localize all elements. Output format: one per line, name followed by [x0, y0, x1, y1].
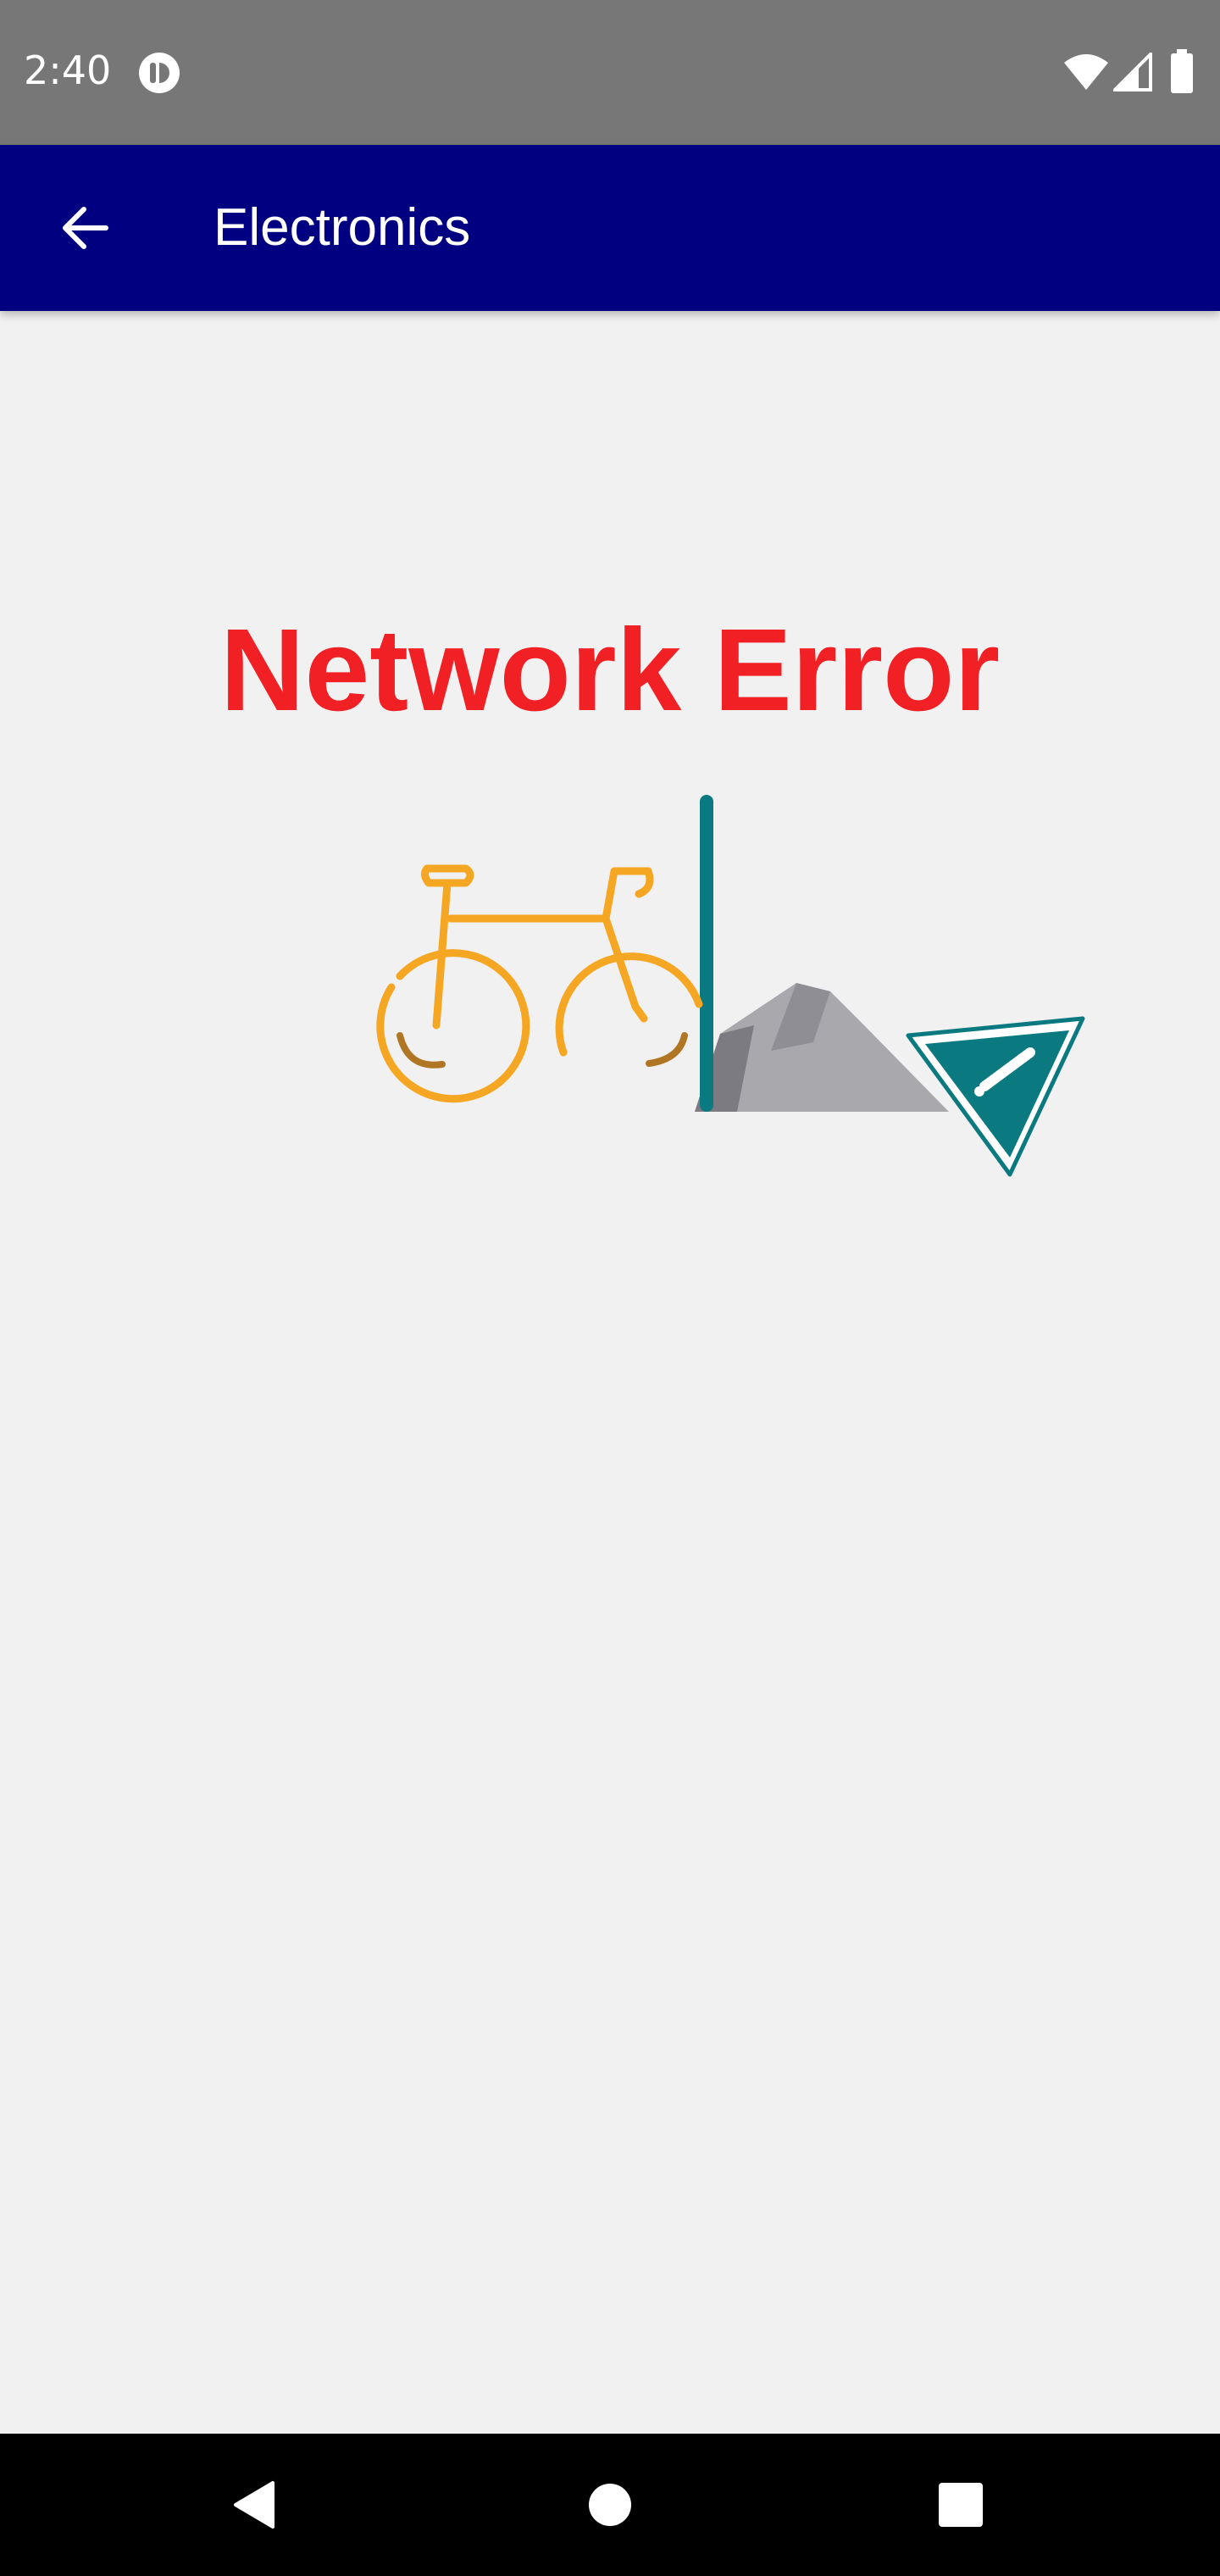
home-circle-icon[interactable] — [576, 2471, 644, 2539]
warning-sign-graphic — [906, 1016, 1085, 1177]
app-bar: Electronics — [0, 145, 1220, 311]
pole-graphic — [700, 795, 713, 1112]
recents-square-icon[interactable] — [927, 2471, 995, 2539]
back-triangle-icon[interactable] — [220, 2471, 288, 2539]
arrow-back-icon — [63, 207, 108, 249]
wifi-icon — [1064, 54, 1108, 90]
signal-icon — [1113, 53, 1152, 92]
navigation-bar — [0, 2434, 1220, 2576]
rock-graphic — [695, 983, 949, 1112]
status-time: 2:40 — [24, 47, 112, 93]
app-notification-icon — [139, 53, 180, 93]
status-bar: 2:40 — [0, 0, 1220, 145]
page-title: Electronics — [214, 198, 471, 257]
back-button[interactable] — [41, 184, 129, 272]
battery-icon — [1171, 49, 1193, 93]
error-title: Network Error — [219, 605, 1001, 736]
network-error-illustration — [376, 795, 1085, 1177]
